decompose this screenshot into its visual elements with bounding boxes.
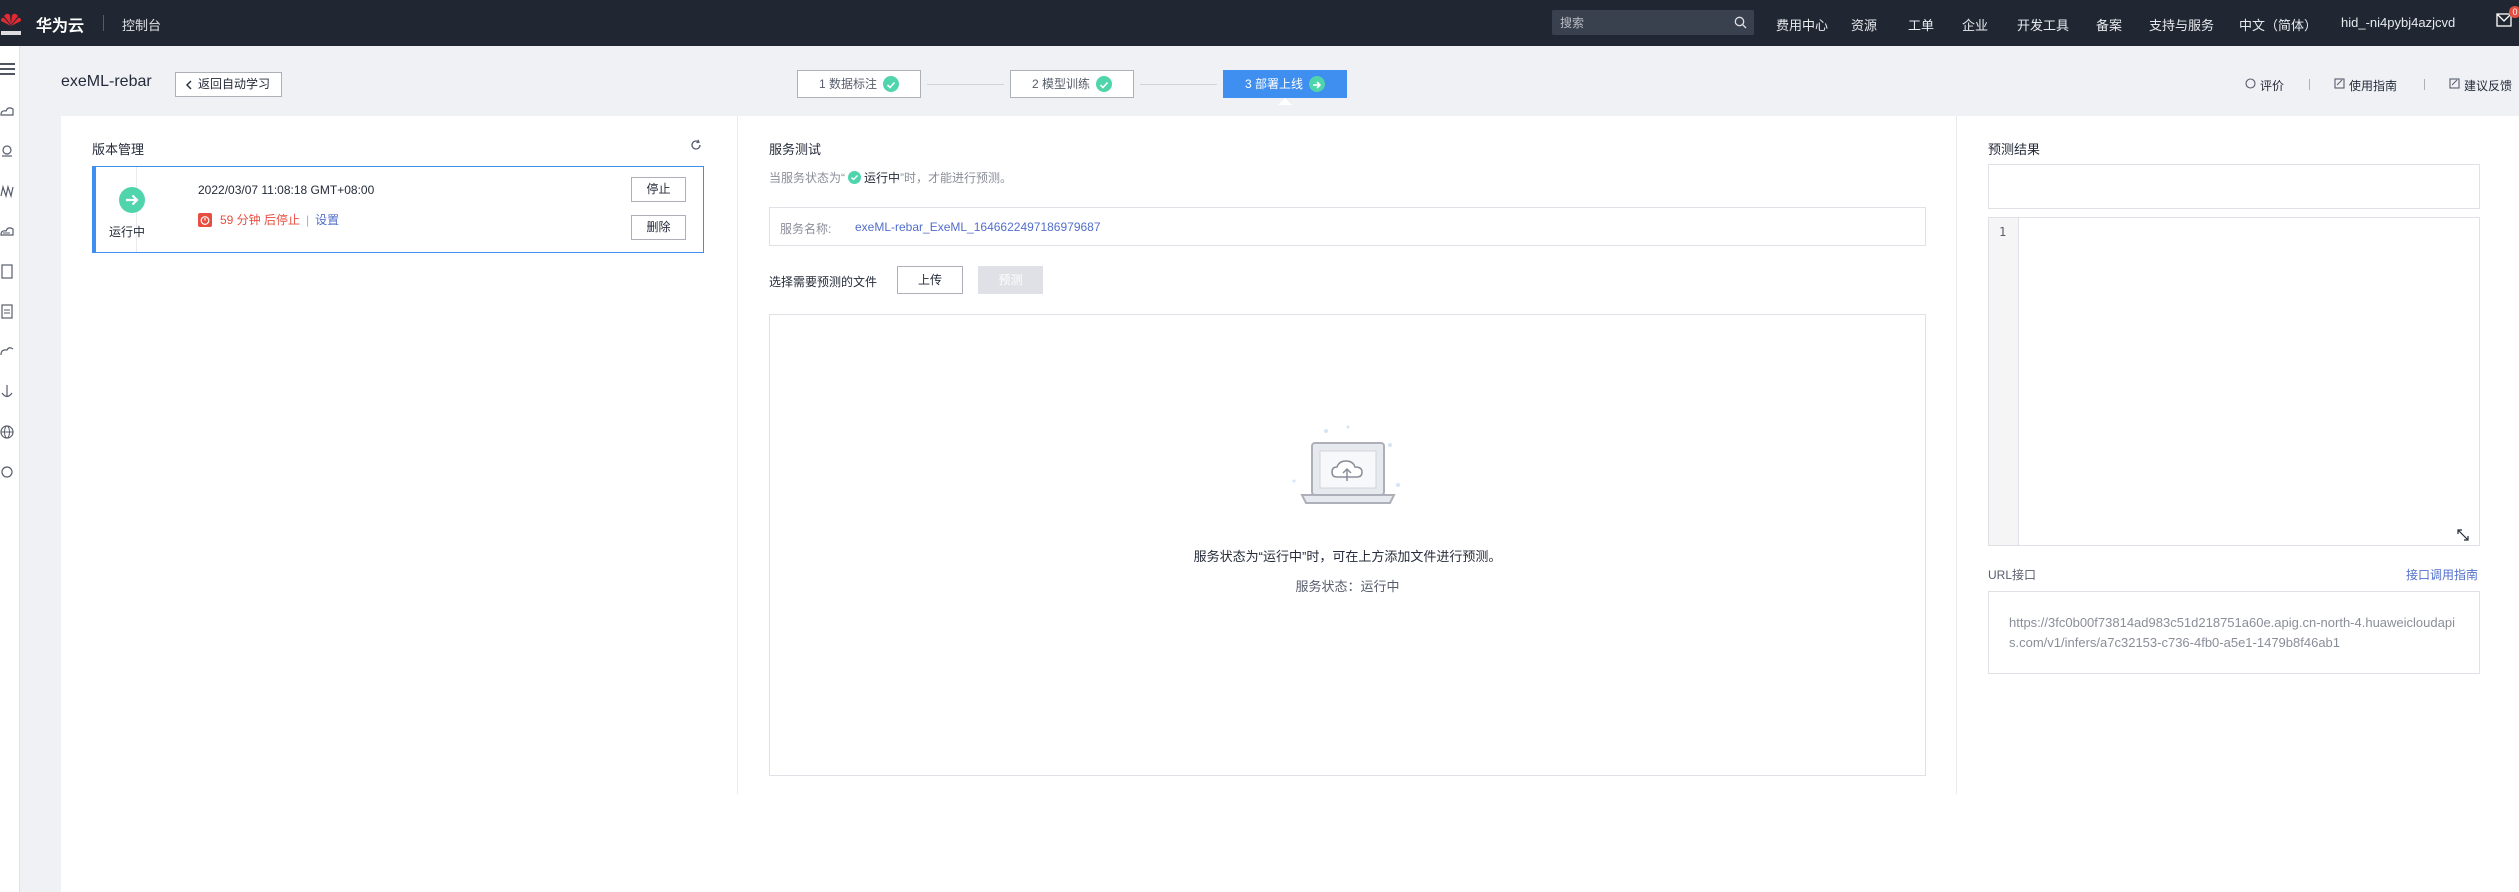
divider: [103, 15, 104, 31]
nav-support[interactable]: 支持与服务: [2149, 15, 2214, 34]
guide-icon[interactable]: [2334, 78, 2345, 89]
feedback-icon[interactable]: [2449, 78, 2460, 89]
language-selector[interactable]: 中文（简体）: [2239, 15, 2317, 34]
step-label: 2 模型训练: [1031, 77, 1090, 91]
result-title: 预测结果: [1988, 142, 2041, 157]
step-label: 1 数据标注: [818, 77, 877, 91]
back-button[interactable]: 返回自动学习: [175, 72, 282, 97]
column-divider: [737, 116, 738, 794]
step-connector: [927, 84, 1004, 85]
file-drop-zone[interactable]: 服务状态为“运行中”时，可在上方添加文件进行预测。 服务状态：运行中: [769, 314, 1926, 776]
check-icon: [1096, 75, 1112, 92]
nav-dev-tools[interactable]: 开发工具: [2017, 15, 2069, 34]
service-name-label: 服务名称:: [780, 222, 832, 236]
cloud-storage-icon[interactable]: [0, 222, 20, 242]
step-data-labeling[interactable]: 1 数据标注: [797, 70, 921, 98]
cdn-icon[interactable]: [0, 182, 20, 202]
url-value[interactable]: https://3fc0b00f73814ad983c51d218751a60e…: [1988, 591, 2480, 674]
divider: [2309, 79, 2310, 90]
file-select-label: 选择需要预测的文件: [769, 275, 878, 289]
search-input[interactable]: [1560, 14, 1720, 31]
version-card[interactable]: 运行中 2022/03/07 11:08:18 GMT+08:00 59 分钟 …: [92, 166, 704, 253]
running-status-icon: [119, 187, 145, 213]
page-title: exeML-rebar: [61, 73, 152, 90]
step-label: 3 部署上线: [1244, 77, 1303, 91]
service-hint: 当服务状态为“ 运行中”时，才能进行预测。: [769, 169, 1012, 186]
service-name-field: 服务名称: exeML-rebar_ExeML_1646622497186979…: [769, 207, 1926, 246]
settings-link[interactable]: 设置: [315, 213, 339, 227]
huawei-logo[interactable]: [0, 8, 22, 38]
nav-tickets[interactable]: 工单: [1908, 15, 1934, 34]
result-editor[interactable]: 1: [1988, 217, 2480, 546]
nav-billing[interactable]: 费用中心: [1776, 15, 1828, 34]
active-step-pointer: [1278, 98, 1292, 105]
top-navbar: 华为云 控制台 费用中心 资源 工单 企业 开发工具 备案 支持与服务 中文（简…: [0, 0, 2519, 46]
status-label: 运行中: [109, 225, 146, 239]
drop-zone-message: 服务状态为“运行中”时，可在上方添加文件进行预测。: [1193, 549, 1502, 564]
document-icon[interactable]: [0, 262, 20, 282]
line-number: 1: [1999, 225, 2007, 239]
api-guide-link[interactable]: 接口调用指南: [2406, 566, 2478, 583]
hint-prefix: 当服务状态为“: [769, 171, 845, 185]
rate-icon[interactable]: [2245, 78, 2256, 89]
anchor-icon[interactable]: [0, 382, 20, 402]
resize-handle-icon[interactable]: [2457, 529, 2469, 541]
nav-enterprise[interactable]: 企业: [1962, 15, 1988, 34]
search-icon[interactable]: [1734, 16, 1747, 29]
url-label: URL接口: [1988, 568, 2037, 582]
global-search[interactable]: [1552, 10, 1754, 35]
globe-icon[interactable]: [0, 422, 20, 442]
guide-link[interactable]: 使用指南: [2349, 77, 2397, 94]
check-icon: [883, 75, 899, 92]
step-connector: [1140, 84, 1217, 85]
console-link[interactable]: 控制台: [122, 15, 161, 34]
countdown-text: 59 分钟 后停止: [220, 213, 301, 227]
left-service-rail: [0, 46, 20, 892]
result-input[interactable]: [1988, 164, 2480, 209]
cloud-server-icon[interactable]: [0, 102, 20, 122]
refresh-icon[interactable]: [690, 139, 702, 151]
version-timestamp: 2022/03/07 11:08:18 GMT+08:00: [198, 183, 375, 197]
menu-icon[interactable]: [0, 60, 20, 80]
brand-name[interactable]: 华为云: [36, 12, 84, 36]
predict-button[interactable]: 预测: [978, 266, 1043, 294]
divider: |: [306, 213, 310, 227]
step-model-training[interactable]: 2 模型训练: [1010, 70, 1134, 98]
upload-button[interactable]: 上传: [897, 266, 963, 294]
stop-button[interactable]: 停止: [631, 177, 686, 202]
notification-badge: 0: [2509, 6, 2519, 18]
step-deploy[interactable]: 3 部署上线: [1223, 70, 1347, 98]
arrow-right-icon: [1309, 75, 1325, 92]
chat-icon[interactable]: [0, 462, 20, 482]
service-name-value[interactable]: exeML-rebar_ExeML_1646622497186979687: [855, 220, 1101, 234]
rate-link[interactable]: 评价: [2260, 77, 2284, 94]
column-divider: [1956, 116, 1957, 794]
drop-zone-status: 服务状态：运行中: [1295, 579, 1400, 594]
laptop-upload-illustration: [1292, 425, 1400, 504]
hint-suffix: ”时，才能进行预测。: [900, 171, 1013, 185]
nav-resources[interactable]: 资源: [1851, 15, 1877, 34]
delete-button[interactable]: 删除: [631, 215, 686, 240]
stop-countdown: 59 分钟 后停止 | 设置: [198, 211, 339, 228]
feedback-link[interactable]: 建议反馈: [2464, 77, 2512, 94]
nav-icp[interactable]: 备案: [2096, 15, 2122, 34]
hint-status: 运行中: [864, 171, 901, 185]
cloud-sync-icon[interactable]: [0, 342, 20, 362]
service-test-title: 服务测试: [769, 142, 822, 157]
line-gutter: [1989, 218, 2019, 545]
version-title: 版本管理: [92, 142, 145, 157]
timer-icon: [198, 212, 212, 227]
check-icon: [848, 171, 861, 185]
back-button-label: 返回自动学习: [198, 77, 271, 91]
chevron-left-icon: [186, 80, 192, 90]
cloud-service-icon[interactable]: [0, 142, 20, 162]
report-icon[interactable]: [0, 302, 20, 322]
divider: [2424, 79, 2425, 90]
user-account[interactable]: hid_-ni4pybj4azjcvd: [2341, 15, 2455, 30]
